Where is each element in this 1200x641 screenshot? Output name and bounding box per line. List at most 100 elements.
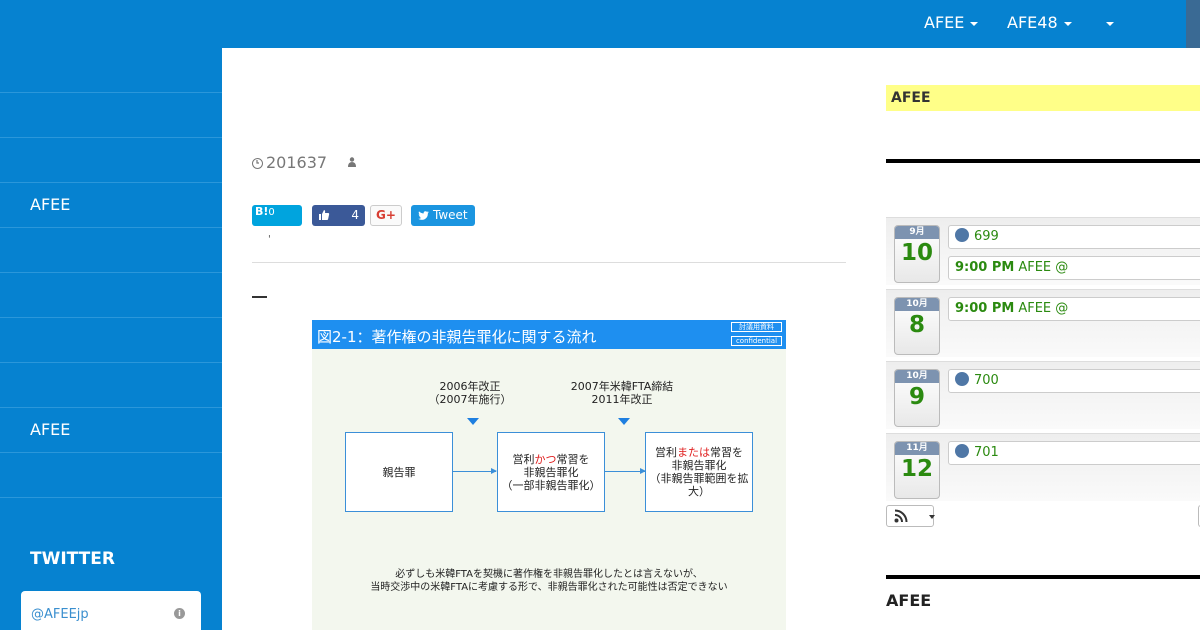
rss-dropdown[interactable] [886, 505, 935, 527]
sidebar-item[interactable] [0, 93, 222, 138]
event-text: 700 [974, 373, 999, 388]
calendar-event[interactable]: 700 [948, 369, 1200, 393]
calendar-month: 10月 [895, 370, 939, 383]
calendar-month: 11月 [895, 442, 939, 455]
sidebar-item-afee[interactable]: AFEE [0, 408, 222, 453]
hatena-label: B! [255, 205, 269, 218]
event-dot-icon [955, 444, 969, 458]
nav-menu-afe48-label: AFE48 [1007, 13, 1058, 32]
hatena-count: 0 [268, 207, 275, 218]
slide-note-2006-line1: 2006年改正 [439, 380, 501, 393]
caret-down-icon [1063, 21, 1072, 26]
post-date: 201637 [266, 153, 328, 172]
slide-note-2007: 2007年米韓FTA締結 2011年改正 [562, 380, 682, 406]
event-text: AFEE @ [1018, 301, 1069, 316]
slide-box-expanded: 営利または常習を 非親告罪化 （非親告罪範囲を拡大） [645, 432, 753, 512]
post-meta: 201637 [252, 153, 356, 172]
triangle-down-icon [618, 418, 630, 425]
widget-title-afee: AFEE [886, 591, 932, 610]
top-navbar: AFEE AFE48 [0, 0, 1200, 48]
twitter-handle-link[interactable]: @AFEEjp [31, 607, 89, 622]
slide-title: 図2-1：著作権の非親告罪化に関する流れ [317, 328, 597, 346]
sidebar-item[interactable] [0, 138, 222, 183]
caret-down-icon [970, 21, 979, 26]
google-plus-button[interactable]: G+ [370, 205, 402, 226]
clock-icon [252, 158, 263, 169]
sidebar-item[interactable] [0, 453, 222, 498]
nav-menu-afee[interactable]: AFEE [924, 0, 979, 48]
slide-image-figure: 図2-1：著作権の非親告罪化に関する流れ 討議用資料 confidential … [312, 320, 786, 630]
content-divider [252, 262, 846, 263]
calendar-event[interactable]: 701 [948, 441, 1200, 465]
calendar-date-badge: 10月 8 [894, 297, 940, 355]
calendar-event[interactable]: 9:00 PM AFEE @ [948, 297, 1200, 321]
calendar-event-row: 10月 8 9:00 PM AFEE @ [886, 289, 1200, 357]
nav-menu-afe48[interactable]: AFE48 [1007, 0, 1072, 48]
calendar-event-row: 10月 9 700 [886, 361, 1200, 429]
sidebar-item[interactable] [0, 48, 222, 93]
event-time: 9:00 PM [955, 260, 1015, 275]
box2-line1b: 常習を [556, 452, 590, 466]
right-sidebar: AFEE 9月 10 699 9:00 PM AFEE @ 10月 8 9:00 … [886, 48, 1200, 630]
calendar-date-badge: 9月 10 [894, 225, 940, 283]
facebook-like-button[interactable]: 4 [312, 205, 365, 226]
facebook-like-count: 4 [351, 208, 359, 222]
box3-line1b: 常習を [710, 446, 743, 459]
widget-divider [886, 159, 1200, 163]
caret-down-icon [1106, 21, 1114, 26]
sidebar-item[interactable] [0, 228, 222, 273]
slide-header: 図2-1：著作権の非親告罪化に関する流れ 討議用資料 confidential [312, 320, 786, 349]
thumbs-up-icon [319, 210, 330, 220]
slide-footer-line2: 当時交渉中の米韓FTAに考慮する形で、非親告罪化された可能性は否定できない [370, 582, 728, 593]
info-icon[interactable]: i [174, 608, 185, 619]
sidebar-item[interactable] [0, 273, 222, 318]
calendar-event[interactable]: 9:00 PM AFEE @ [948, 256, 1200, 280]
nav-menu-more[interactable] [1100, 0, 1114, 48]
calendar-day: 12 [900, 456, 933, 482]
calendar-event-row: 11月 12 701 [886, 433, 1200, 501]
scrollbar[interactable] [1186, 0, 1200, 48]
arrow-right-icon [453, 468, 497, 474]
box2-line2: 非親告罪化 [523, 465, 579, 479]
box3-line3: （非親告罪範囲を拡大） [649, 472, 749, 498]
slide-note-2006-line2: （2007年施行） [428, 393, 512, 406]
nav-menu-afee-label: AFEE [924, 13, 965, 32]
box3-line1a: 営利 [655, 446, 677, 459]
box2-line1a: 営利 [512, 452, 535, 466]
event-dot-icon [955, 372, 969, 386]
calendar-event[interactable]: 699 [948, 225, 1200, 249]
slide-box-partial: 営利かつ常習を 非親告罪化 （一部非親告罪化） [497, 432, 605, 512]
slide-footer: 必ずしも米韓FTAを契機に著作権を非親告罪化したとは言えないが、 当時交渉中の米… [312, 568, 786, 594]
slide-note-2007-line2: 2011年改正 [591, 393, 653, 406]
event-text: AFEE @ [1018, 260, 1069, 275]
slide-note-2006: 2006年改正 （2007年施行） [420, 380, 520, 406]
google-plus-label: G+ [376, 208, 396, 222]
slide-tag-discussion: 討議用資料 [731, 322, 782, 332]
calendar-day: 10 [900, 240, 933, 266]
triangle-down-icon [467, 418, 479, 425]
sidebar-item-afee[interactable]: AFEE [0, 183, 222, 228]
rss-icon [894, 509, 908, 523]
slide-tag-confidential: confidential [731, 336, 782, 346]
event-dot-icon [955, 228, 969, 242]
calendar-day: 9 [908, 384, 925, 410]
box3-line1-red: または [677, 446, 710, 459]
left-sidebar: AFEE AFEE TWITTER @AFEEjp i [0, 48, 222, 641]
box2-line1-red: かつ [534, 452, 557, 466]
box2-line3: （一部非親告罪化） [501, 478, 601, 492]
hatena-bookmark-button[interactable]: B!0 [252, 205, 302, 226]
calendar-month: 10月 [895, 298, 939, 311]
calendar-day: 8 [908, 312, 925, 338]
widget-title-highlight: AFEE [886, 85, 1200, 111]
sidebar-item[interactable] [0, 363, 222, 408]
sidebar-item[interactable] [0, 318, 222, 363]
heading-dash [252, 296, 267, 298]
event-text: 701 [974, 445, 999, 460]
author-icon[interactable] [348, 157, 356, 167]
caret-down-icon [929, 515, 935, 519]
twitter-bird-icon [418, 211, 429, 220]
calendar-event-row: 9月 10 699 9:00 PM AFEE @ [886, 217, 1200, 285]
calendar-date-badge: 10月 9 [894, 369, 940, 427]
tweet-button[interactable]: Tweet [411, 205, 475, 226]
calendar-month: 9月 [895, 226, 939, 239]
